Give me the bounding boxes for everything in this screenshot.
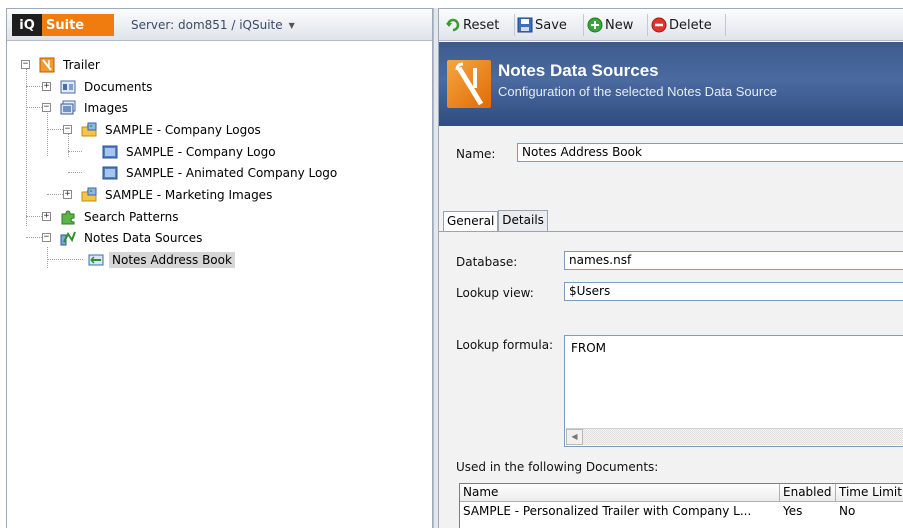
server-selector[interactable]: Server: dom851 / iQSuite ▼ [131, 18, 295, 32]
tree-node-animated-logo[interactable]: SAMPLE - Animated Company Logo [102, 163, 340, 183]
server-label: Server: dom851 / iQSuite [131, 18, 283, 32]
tree-line [26, 216, 42, 217]
name-label: Name: [456, 147, 496, 161]
navigation-pane: iQ Suite Server: dom851 / iQSuite ▼ − Tr… [6, 8, 433, 528]
new-button[interactable]: New [587, 16, 633, 34]
save-button[interactable]: Save [517, 16, 567, 34]
database-field[interactable]: names.nsf [564, 251, 903, 270]
header-banner: Notes Data Sources Configuration of the … [439, 42, 903, 126]
minus-circle-icon [651, 17, 667, 33]
cell-time-limit: No [839, 504, 856, 518]
collapse-icon[interactable]: − [42, 103, 51, 112]
lookup-view-label: Lookup view: [456, 286, 534, 300]
used-in-label: Used in the following Documents: [456, 460, 659, 474]
tree-node-company-logos[interactable]: SAMPLE - Company Logos [81, 120, 264, 140]
folder-image-icon [81, 122, 97, 138]
tab-bar: General Details [443, 210, 548, 231]
tree-node-search-patterns[interactable]: Search Patterns [60, 207, 181, 227]
documents-icon [60, 79, 76, 95]
toolbar-separator [647, 14, 648, 36]
tree-node-trailer[interactable]: Trailer [39, 55, 103, 75]
cell-name: SAMPLE - Personalized Trailer with Compa… [463, 504, 752, 518]
tab-divider [439, 231, 903, 232]
expand-icon[interactable]: + [42, 212, 51, 221]
folder-image-icon [81, 187, 97, 203]
database-label: Database: [456, 255, 518, 269]
tree-line [26, 107, 42, 108]
tree-line [26, 86, 42, 87]
lookup-formula-field[interactable]: FROM ◀ [564, 335, 903, 447]
name-field[interactable]: Notes Address Book [517, 143, 903, 162]
page-subtitle: Configuration of the selected Notes Data… [498, 84, 777, 99]
tree-node-notes-address-book[interactable]: Notes Address Book [88, 250, 235, 270]
image-file-icon [102, 165, 118, 181]
collapse-icon[interactable]: − [21, 60, 30, 69]
logo-iq: iQ [12, 14, 42, 36]
reset-button[interactable]: Reset [445, 16, 499, 34]
expand-icon[interactable]: + [63, 190, 72, 199]
column-header-name[interactable]: Name [460, 484, 780, 502]
toolbar-separator [725, 14, 726, 36]
tree-line [47, 259, 83, 260]
address-book-icon [88, 252, 104, 268]
chevron-down-icon: ▼ [288, 20, 295, 30]
lookup-formula-text: FROM [571, 341, 607, 355]
puzzle-icon [60, 209, 76, 225]
lookup-formula-label: Lookup formula: [456, 338, 554, 352]
cell-enabled: Yes [783, 504, 803, 518]
tree-node-company-logo[interactable]: SAMPLE - Company Logo [102, 142, 279, 162]
toolbar: Reset Save New Delete [439, 9, 903, 41]
tree-line [68, 131, 69, 157]
collapse-icon[interactable]: − [42, 233, 51, 242]
trailer-icon [39, 57, 55, 73]
scroll-left-icon[interactable]: ◀ [566, 429, 583, 445]
documents-table: Name Enabled Time Limit SAMPLE - Persona… [459, 483, 903, 528]
floppy-disk-icon [517, 17, 533, 33]
lookup-view-field[interactable]: $Users [564, 282, 903, 301]
tree-node-images[interactable]: Images [60, 98, 131, 118]
table-header: Name Enabled Time Limit [460, 484, 903, 502]
tree-line [68, 151, 82, 152]
horizontal-scrollbar[interactable]: ◀ [566, 428, 903, 445]
tree-line [68, 172, 82, 173]
toolbar-separator [514, 14, 515, 36]
detail-pane: Reset Save New Delete Notes Data Sources… [439, 8, 903, 528]
tree-node-notes-data-sources[interactable]: Notes Data Sources [60, 228, 205, 248]
tree-line [47, 109, 48, 156]
toolbar-separator [583, 14, 584, 36]
images-icon [60, 100, 76, 116]
reset-icon [445, 17, 461, 33]
page-title: Notes Data Sources [498, 61, 659, 80]
tree-line [47, 247, 48, 268]
expand-icon[interactable]: + [42, 82, 51, 91]
tree-node-documents[interactable]: Documents [60, 77, 155, 97]
tree-line [26, 67, 27, 226]
collapse-icon[interactable]: − [63, 125, 72, 134]
tab-general[interactable]: General [443, 211, 499, 231]
image-file-icon [102, 144, 118, 160]
delete-button[interactable]: Delete [651, 16, 712, 34]
left-header: iQ Suite Server: dom851 / iQSuite ▼ [7, 9, 432, 41]
form-area: Name: Notes Address Book General Details… [439, 126, 903, 528]
tab-details[interactable]: Details [498, 210, 548, 231]
column-header-time-limit[interactable]: Time Limit [836, 484, 903, 502]
iqsuite-logo: iQ Suite [12, 14, 114, 36]
tree-line [47, 194, 63, 195]
data-source-icon [60, 230, 76, 246]
column-header-enabled[interactable]: Enabled [780, 484, 836, 502]
trailer-icon [447, 60, 491, 108]
tree-line [47, 129, 63, 130]
tree-line [26, 237, 42, 238]
tree-node-marketing-images[interactable]: SAMPLE - Marketing Images [81, 185, 275, 205]
plus-circle-icon [587, 17, 603, 33]
logo-suite: Suite [42, 14, 114, 36]
